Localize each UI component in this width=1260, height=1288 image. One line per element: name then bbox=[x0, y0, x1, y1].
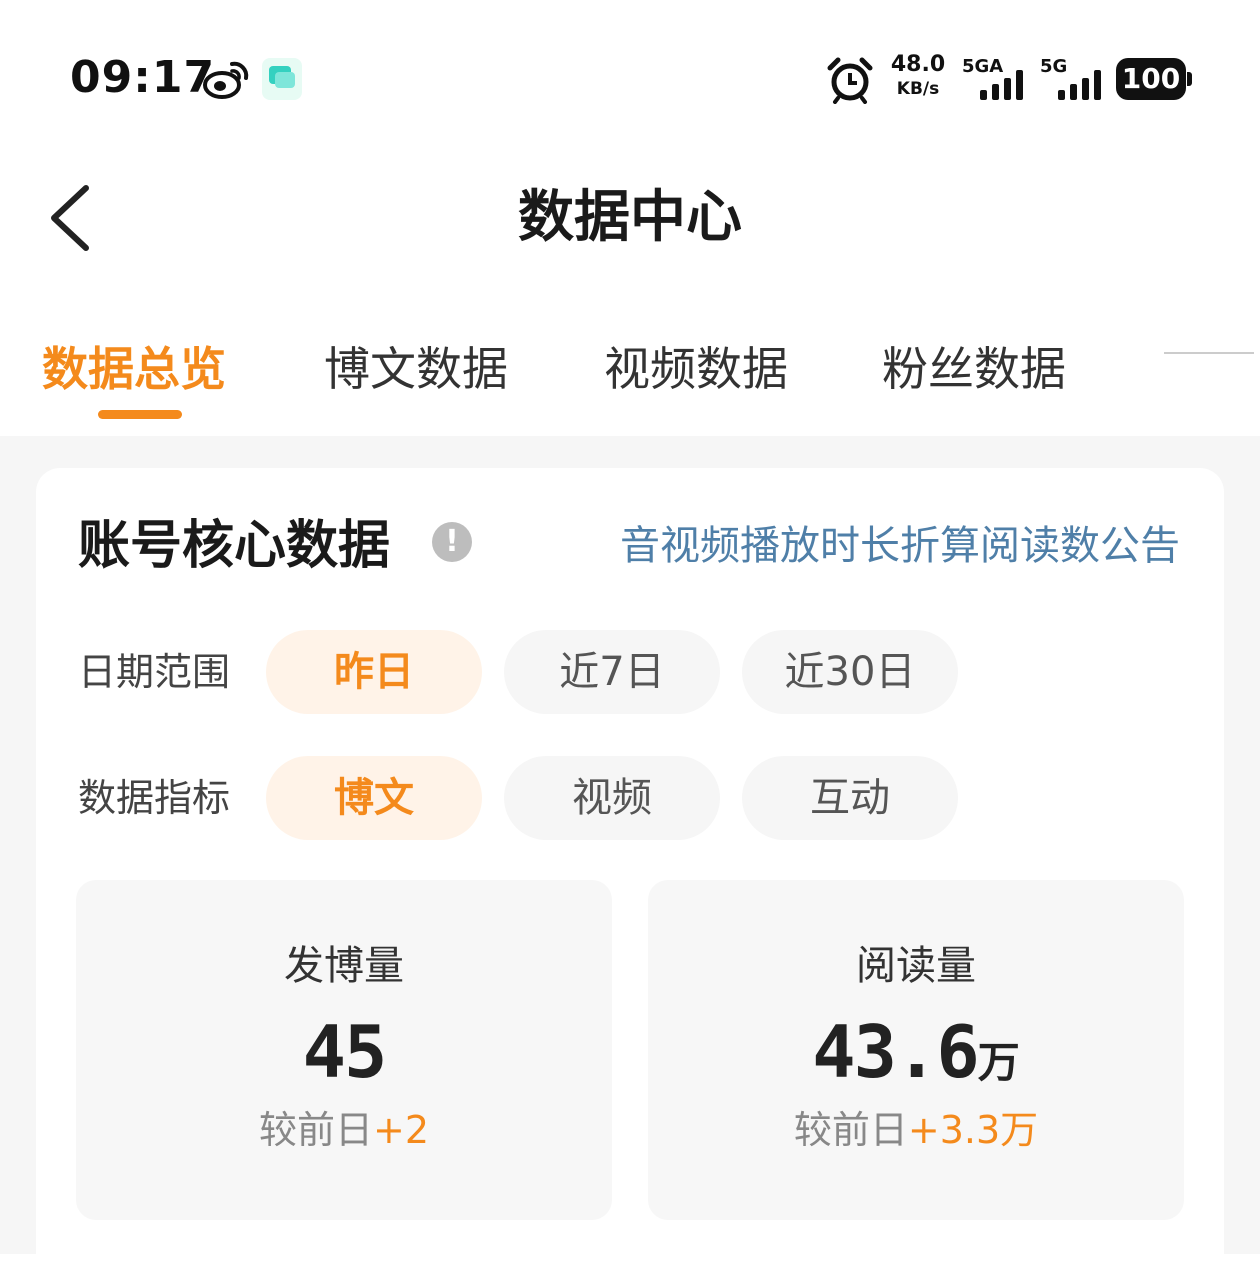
metric-label: 数据指标 bbox=[78, 776, 231, 820]
compare-delta: +3.3万 bbox=[907, 1108, 1039, 1152]
tab-video-data[interactable]: 视频数据 bbox=[604, 338, 788, 400]
metric-option-interaction[interactable]: 互动 bbox=[742, 756, 958, 840]
compare-prefix: 较前日 bbox=[258, 1108, 373, 1152]
date-option-yesterday[interactable]: 昨日 bbox=[266, 630, 482, 714]
stat-number: 45 bbox=[302, 1010, 388, 1094]
notice-link[interactable]: 音视频播放时长折算阅读数公告 bbox=[620, 518, 1180, 574]
date-option-30days[interactable]: 近30日 bbox=[742, 630, 958, 714]
stat-name: 阅读量 bbox=[856, 943, 976, 989]
status-bar: 09:17 48.0 KB/s 5GA 5G 100 bbox=[0, 0, 1260, 160]
compare-delta: +2 bbox=[372, 1108, 430, 1152]
stat-unit: 万 bbox=[977, 1038, 1020, 1087]
network-speed-value: 48.0 bbox=[890, 52, 946, 77]
page-title: 数据中心 bbox=[518, 185, 742, 250]
tab-overflow-fade[interactable] bbox=[1162, 348, 1260, 396]
active-tab-indicator bbox=[98, 410, 182, 419]
tab-bar: 数据总览 博文数据 视频数据 粉丝数据 bbox=[0, 318, 1260, 437]
app-chat-icon bbox=[262, 58, 302, 100]
tab-post-data[interactable]: 博文数据 bbox=[324, 338, 508, 400]
tab-overview[interactable]: 数据总览 bbox=[42, 338, 226, 400]
stat-number: 43.6 bbox=[812, 1010, 979, 1094]
stat-value: 45 bbox=[76, 1008, 612, 1107]
card-title: 账号核心数据 bbox=[78, 516, 391, 576]
signal-icon: 5GA bbox=[962, 56, 1034, 102]
stat-card-posts[interactable]: 发博量 45 较前日+2 bbox=[76, 880, 612, 1220]
signal-label: 5G bbox=[1040, 56, 1068, 77]
metric-option-video[interactable]: 视频 bbox=[504, 756, 720, 840]
battery-icon: 100 bbox=[1116, 58, 1192, 100]
compare-prefix: 较前日 bbox=[793, 1108, 908, 1152]
alarm-icon bbox=[827, 57, 873, 104]
stat-compare: 较前日+3.3万 bbox=[648, 1102, 1184, 1158]
network-speed: 48.0 KB/s bbox=[888, 54, 948, 98]
network-speed-unit: KB/s bbox=[896, 79, 940, 99]
info-icon[interactable]: ! bbox=[432, 522, 472, 562]
status-time: 09:17 bbox=[70, 52, 216, 103]
stat-value: 43.6万 bbox=[648, 1008, 1184, 1107]
signal-label: 5GA bbox=[962, 56, 1004, 77]
signal-icon: 5G bbox=[1040, 56, 1112, 102]
weibo-icon bbox=[203, 61, 249, 99]
metric-option-posts[interactable]: 博文 bbox=[266, 756, 482, 840]
date-range-label: 日期范围 bbox=[78, 650, 231, 694]
tab-fans-data[interactable]: 粉丝数据 bbox=[882, 338, 1066, 400]
stat-name: 发博量 bbox=[284, 943, 404, 989]
stat-card-reads[interactable]: 阅读量 43.6万 较前日+3.3万 bbox=[648, 880, 1184, 1220]
content-area: 账号核心数据 ! 音视频播放时长折算阅读数公告 日期范围 昨日 近7日 近30日… bbox=[0, 436, 1260, 1288]
date-option-7days[interactable]: 近7日 bbox=[504, 630, 720, 714]
stat-compare: 较前日+2 bbox=[76, 1102, 612, 1158]
core-data-card: 账号核心数据 ! 音视频播放时长折算阅读数公告 日期范围 昨日 近7日 近30日… bbox=[36, 468, 1224, 1288]
